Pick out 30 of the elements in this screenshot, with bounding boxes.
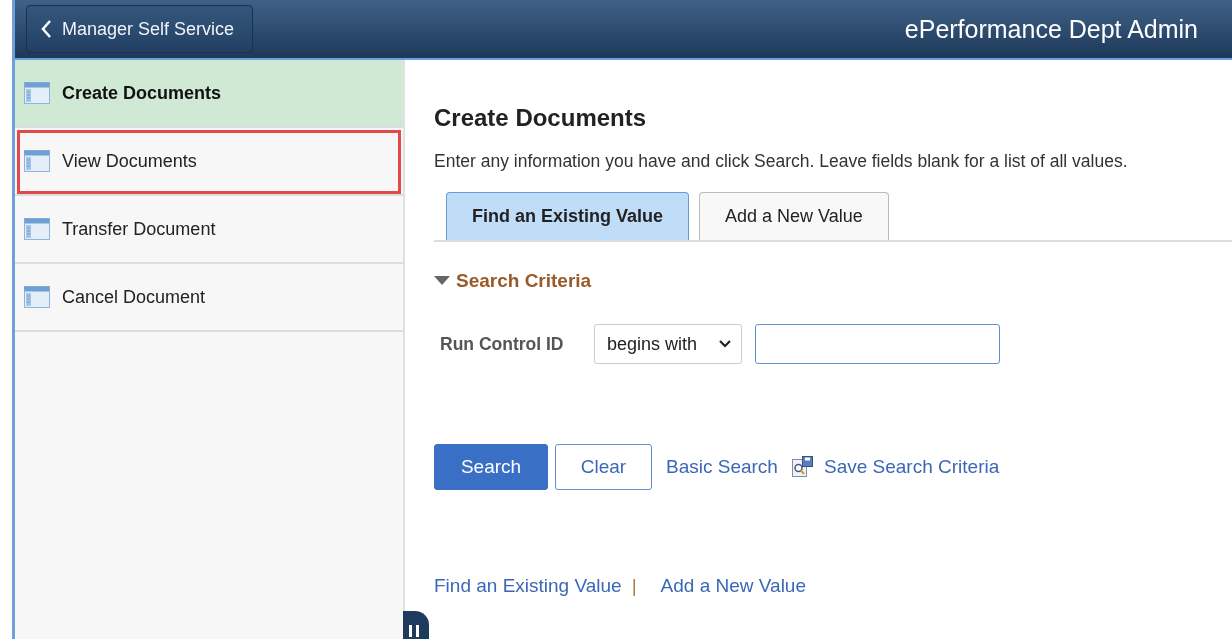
chevron-left-icon	[41, 20, 52, 38]
run-control-id-field[interactable]	[755, 324, 1000, 364]
link[interactable]: Basic Search	[666, 456, 778, 478]
link[interactable]: Add a New Value	[660, 575, 806, 597]
link[interactable]: Find an Existing Value	[434, 575, 622, 597]
tab[interactable]: Add a New Value	[699, 192, 889, 240]
link[interactable]: Save Search Criteria	[823, 456, 1000, 478]
page-icon	[24, 150, 50, 172]
field-label: Run Control ID	[440, 333, 565, 355]
page-title: ePerformance Dept Admin	[904, 14, 1198, 44]
nav-item[interactable]: Create Documents	[15, 60, 403, 128]
collapse-handle-icon[interactable]	[403, 611, 429, 639]
nav-item[interactable]: Cancel Document	[15, 264, 403, 332]
back-button[interactable]: Manager Self Service	[26, 5, 254, 53]
operator-dropdown[interactable]: begins with	[594, 324, 742, 364]
tab[interactable]: Find an Existing Value	[446, 192, 690, 240]
save-search-icon	[791, 456, 814, 478]
search-button[interactable]: Search	[434, 444, 548, 490]
chevron-down-icon	[719, 340, 731, 348]
nav-item[interactable]: Transfer Document	[15, 196, 403, 264]
instructions-text: Enter any information you have and click Search. Leave fields blank for a list of all values.	[434, 151, 1129, 172]
page-icon	[24, 218, 50, 240]
page-heading: Create Documents	[434, 104, 648, 132]
page-icon	[24, 82, 50, 104]
nav-item[interactable]: View Documents	[15, 128, 403, 196]
clear-button[interactable]: Clear	[555, 444, 652, 490]
page-icon	[24, 286, 50, 308]
search-criteria-toggle[interactable]: Search Criteria	[434, 270, 1232, 292]
separator: |	[631, 575, 637, 597]
triangle-icon	[434, 276, 450, 286]
